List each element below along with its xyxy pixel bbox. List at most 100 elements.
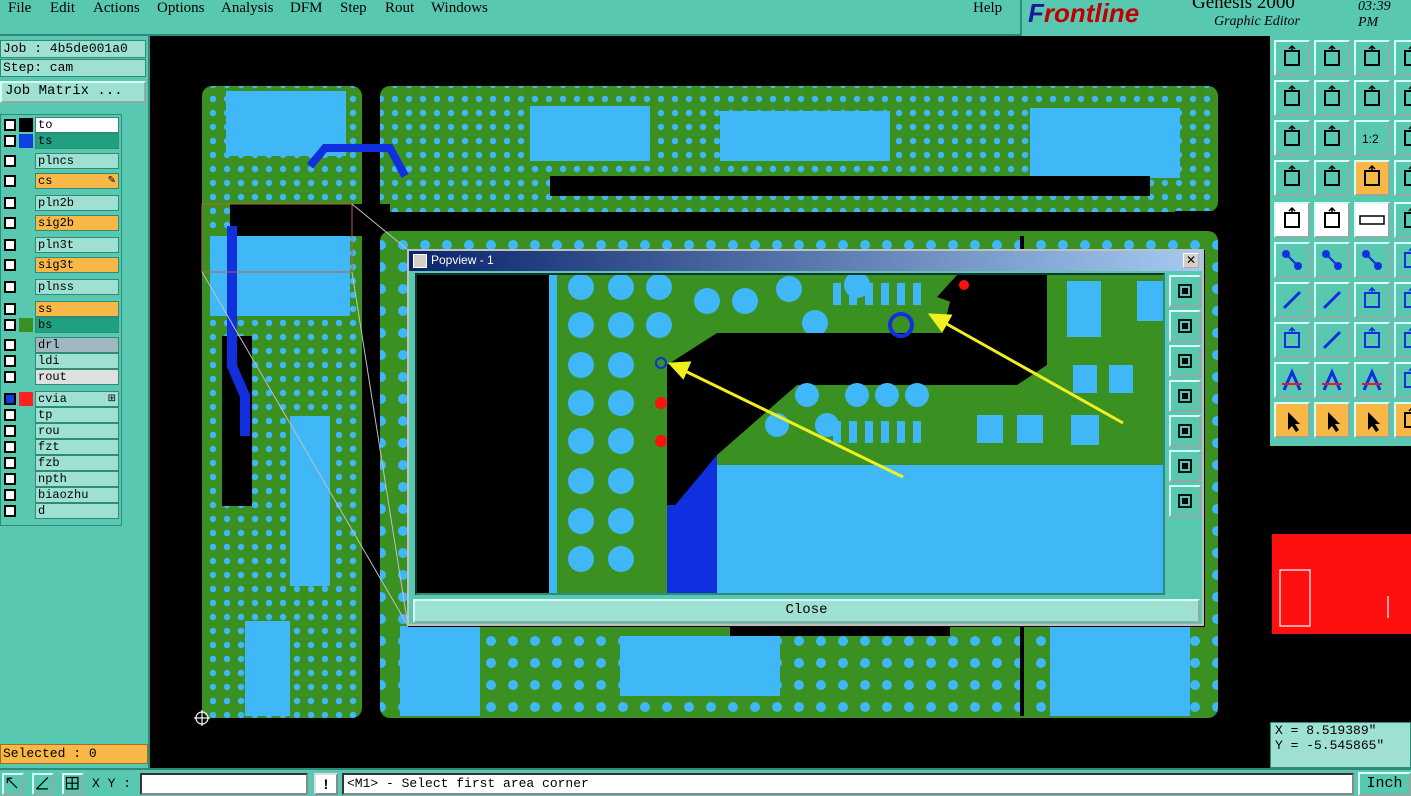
pointer-icon[interactable]	[1274, 402, 1310, 438]
layer-row-ts[interactable]: ts	[1, 133, 121, 149]
layer-row-npth[interactable]: npth	[1, 471, 121, 487]
line-icon[interactable]	[1274, 282, 1310, 318]
layer-checkbox[interactable]	[4, 339, 16, 351]
menu-step[interactable]: Step	[340, 0, 367, 17]
pan-right-icon[interactable]	[1394, 120, 1411, 156]
layer-checkbox[interactable]	[4, 473, 16, 485]
menu-edit[interactable]: Edit	[50, 0, 75, 17]
cross-icon[interactable]	[1314, 242, 1350, 278]
layer-row-sig3t[interactable]: sig3t	[1, 257, 121, 273]
layer-row-cvia[interactable]: cvia ⊞	[1, 391, 121, 407]
layer-row-rout[interactable]: rout	[1, 369, 121, 385]
grid-icon[interactable]	[1314, 160, 1350, 196]
scale-1-2-icon[interactable]: 1:2	[1354, 120, 1390, 156]
pan-right-icon[interactable]	[1394, 322, 1411, 358]
units-button[interactable]: Inch	[1358, 772, 1411, 796]
select-area-icon[interactable]	[1314, 202, 1350, 238]
popview-canvas[interactable]	[415, 273, 1165, 595]
layer-row-fzb[interactable]: fzb	[1, 455, 121, 471]
center-icon[interactable]	[1169, 485, 1201, 517]
close-icon[interactable]: ✕	[1183, 253, 1199, 268]
ruler-icon[interactable]	[1354, 202, 1390, 238]
layer-checkbox[interactable]	[4, 319, 16, 331]
zoom-in-icon[interactable]	[1169, 275, 1201, 307]
layer-row-ldi[interactable]: ldi	[1, 353, 121, 369]
layer-checkbox[interactable]	[4, 409, 16, 421]
xy-input[interactable]	[140, 773, 308, 795]
net-icon[interactable]	[1354, 160, 1390, 196]
layer-row-rou[interactable]: rou	[1, 423, 121, 439]
select-feature-icon[interactable]	[1274, 202, 1310, 238]
zoom-down-icon[interactable]	[1169, 345, 1201, 377]
fit-icon[interactable]	[1169, 450, 1201, 482]
layer-checkbox[interactable]	[4, 441, 16, 453]
dimension-icon[interactable]	[1354, 322, 1390, 358]
pad-icon[interactable]	[1354, 242, 1390, 278]
job-matrix-button[interactable]: Job Matrix ...	[0, 81, 146, 103]
pan-right-icon[interactable]	[1314, 80, 1350, 116]
layer-row-pln3t[interactable]: pln3t	[1, 237, 121, 253]
layer-checkbox[interactable]	[4, 197, 16, 209]
layer-row-to[interactable]: to	[1, 117, 121, 133]
zoom-fit-icon[interactable]	[1274, 120, 1310, 156]
pan-down-icon[interactable]	[1314, 40, 1350, 76]
close-button[interactable]: Close	[413, 599, 1200, 623]
pan-right-icon[interactable]	[1394, 80, 1411, 116]
overview-map[interactable]	[1270, 446, 1411, 720]
slash-icon[interactable]	[1314, 282, 1350, 318]
layer-row-bs[interactable]: bs	[1, 317, 121, 333]
alert-button[interactable]: !	[314, 773, 338, 795]
popview-titlebar[interactable]: Popview - 1 ✕	[409, 251, 1202, 271]
pan-right-icon[interactable]	[1394, 362, 1411, 398]
layer-checkbox[interactable]	[4, 303, 16, 315]
layer-row-plncs[interactable]: plncs	[1, 153, 121, 169]
pan-left-icon[interactable]	[1169, 380, 1201, 412]
layer-checkbox[interactable]	[4, 489, 16, 501]
pan-right-icon[interactable]	[1394, 202, 1411, 238]
trace-icon[interactable]	[1314, 322, 1350, 358]
snap-icon[interactable]	[1274, 160, 1310, 196]
layer-row-cs[interactable]: cs ✎	[1, 173, 121, 189]
triangle-alt-icon[interactable]	[1314, 362, 1350, 398]
layer-checkbox[interactable]	[4, 119, 16, 131]
resize-icon[interactable]	[2, 773, 24, 795]
layer-row-ss[interactable]: ss	[1, 301, 121, 317]
pan-right-icon[interactable]	[1169, 415, 1201, 447]
layer-row-fzt[interactable]: fzt	[1, 439, 121, 455]
popview-window[interactable]: Popview - 1 ✕ Close	[407, 249, 1204, 626]
layer-checkbox[interactable]	[4, 457, 16, 469]
layer-checkbox[interactable]	[4, 281, 16, 293]
pointer-circle-icon[interactable]	[1354, 402, 1390, 438]
layer-checkbox[interactable]	[4, 355, 16, 367]
menu-windows[interactable]: Windows	[431, 0, 488, 17]
arc-icon[interactable]	[1354, 282, 1390, 318]
layer-row-tp[interactable]: tp	[1, 407, 121, 423]
pan-right-icon[interactable]	[1394, 402, 1411, 438]
arch-icon[interactable]	[1354, 362, 1390, 398]
grid-icon[interactable]	[62, 773, 84, 795]
layer-checkbox[interactable]	[4, 155, 16, 167]
pan-right-icon[interactable]	[1394, 242, 1411, 278]
layer-checkbox[interactable]	[4, 259, 16, 271]
layer-row-sig2b[interactable]: sig2b	[1, 215, 121, 231]
layer-row-biaozhu[interactable]: biaozhu	[1, 487, 121, 503]
layer-checkbox[interactable]	[4, 239, 16, 251]
layer-checkbox[interactable]	[4, 217, 16, 229]
layer-checkbox[interactable]	[4, 175, 16, 187]
menu-help[interactable]: Help	[973, 0, 1002, 17]
layer-row-drl[interactable]: drl	[1, 337, 121, 353]
layer-checkbox[interactable]	[4, 135, 16, 147]
pan-up-icon[interactable]	[1274, 40, 1310, 76]
box-pad-icon[interactable]	[1274, 322, 1310, 358]
pan-left-icon[interactable]	[1274, 80, 1310, 116]
connect-icon[interactable]	[1274, 242, 1310, 278]
triangle-icon[interactable]	[1274, 362, 1310, 398]
window-menu-icon[interactable]	[413, 254, 427, 268]
layer-checkbox[interactable]	[4, 393, 16, 405]
layer-row-pln2b[interactable]: pln2b	[1, 195, 121, 211]
zoom-center-icon[interactable]	[1314, 120, 1350, 156]
layer-checkbox[interactable]	[4, 425, 16, 437]
menu-dfm[interactable]: DFM	[290, 0, 323, 17]
menu-file[interactable]: File	[8, 0, 31, 17]
layer-checkbox[interactable]	[4, 505, 16, 517]
